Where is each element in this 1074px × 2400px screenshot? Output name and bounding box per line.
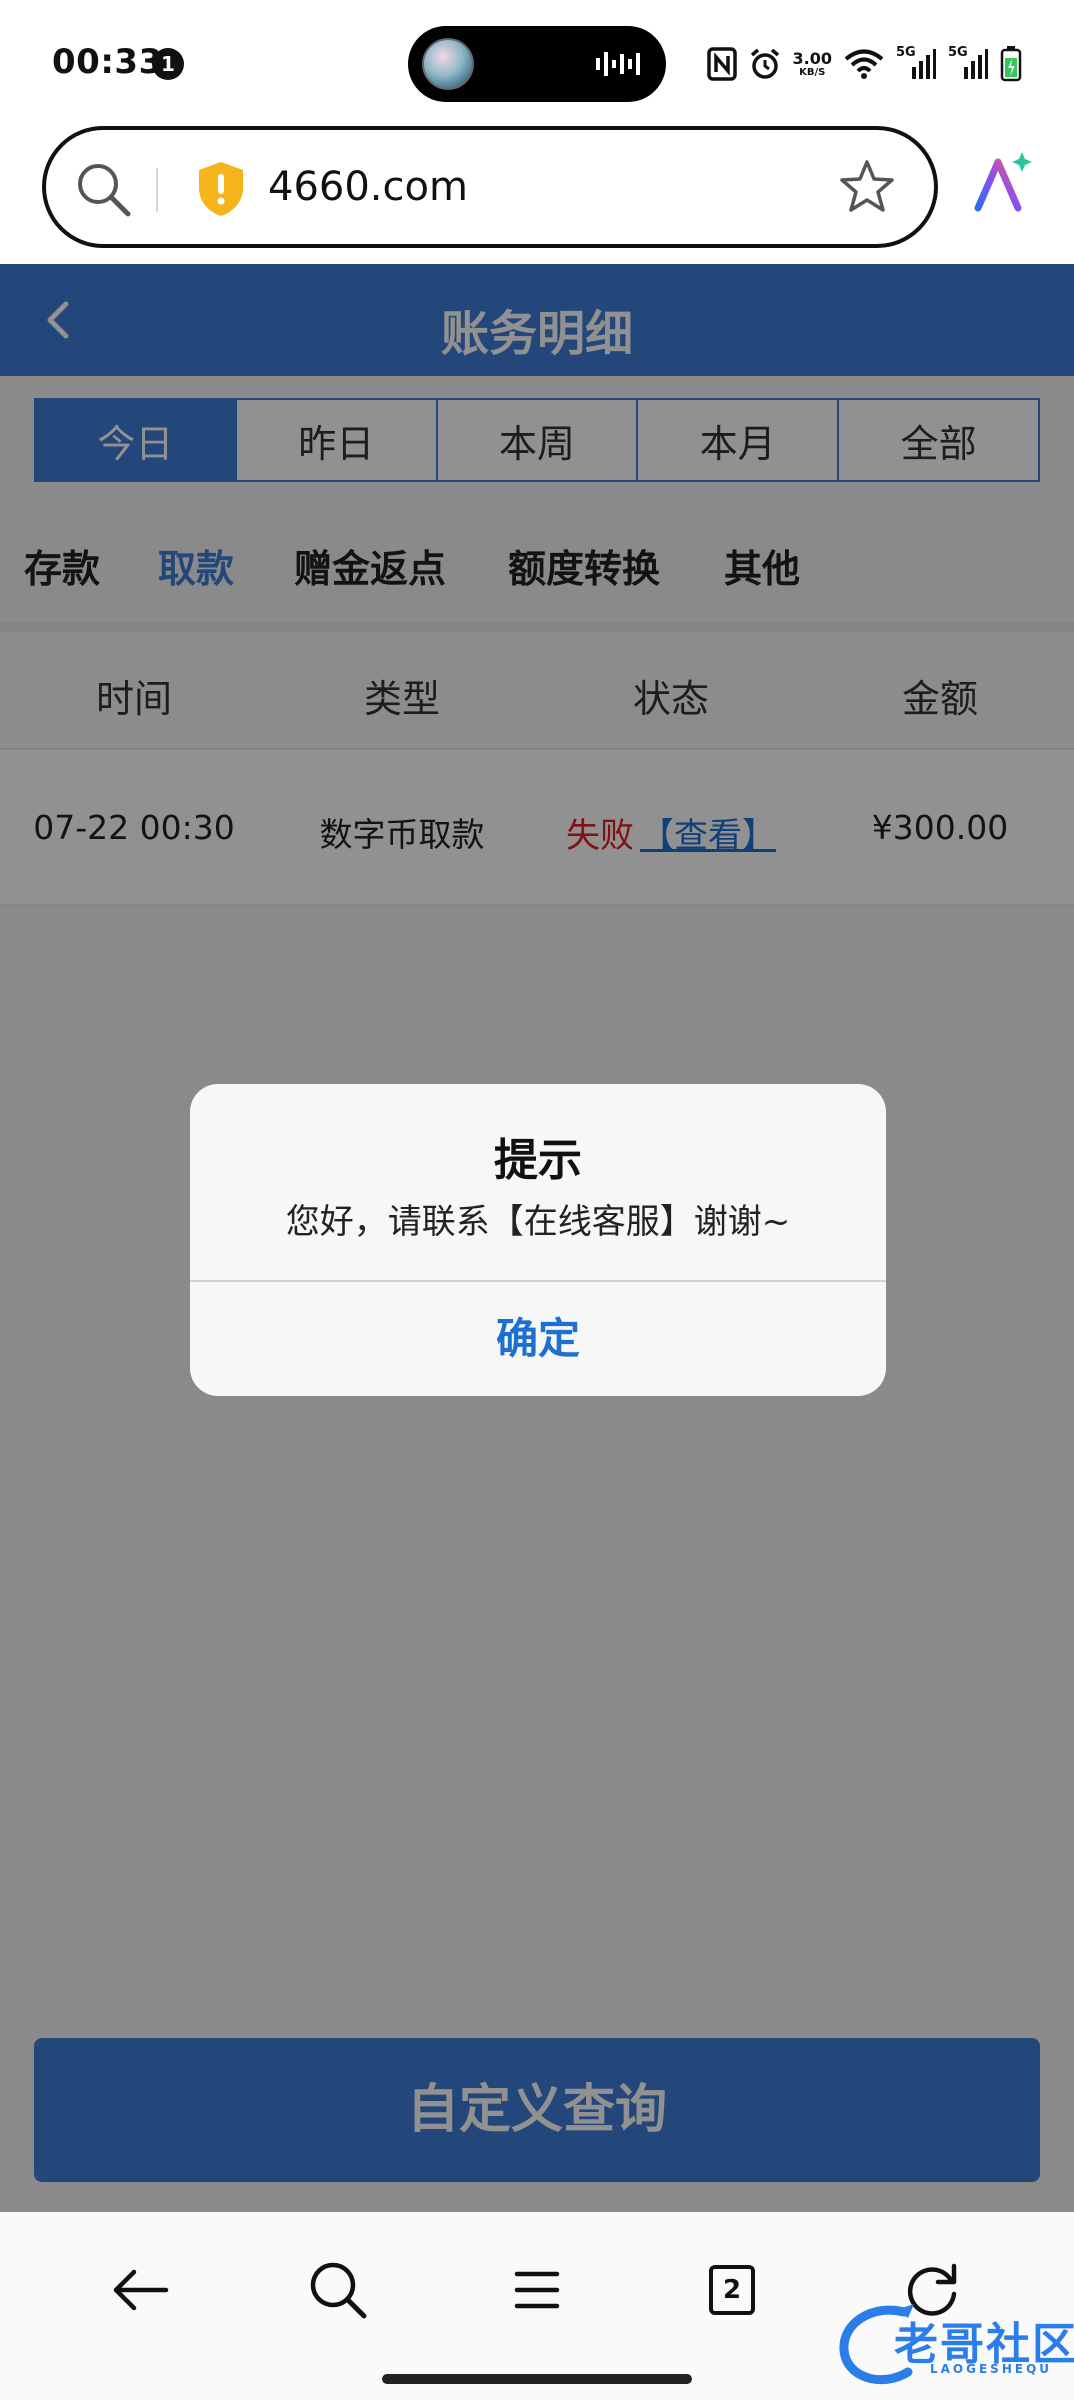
net-speed-unit: KB/S [799, 66, 826, 78]
ai-assistant-icon[interactable] [972, 150, 1032, 214]
home-indicator[interactable] [382, 2374, 692, 2384]
confirm-button[interactable]: 确定 [190, 1282, 886, 1396]
security-shield-icon[interactable] [196, 160, 246, 218]
alert-dialog: 提示 您好，请联系【在线客服】谢谢~ 确定 [190, 1084, 886, 1396]
dynamic-island[interactable] [408, 26, 666, 102]
back-arrow-icon[interactable] [108, 2258, 172, 2322]
menu-icon[interactable] [505, 2258, 569, 2322]
status-icons: 3.00 KB/S 5G 5G [706, 44, 1022, 84]
watermark-subtext: LAOGESHEQU [930, 2362, 1053, 2376]
alarm-icon [750, 48, 779, 79]
url-text[interactable]: 4660.com [268, 164, 468, 210]
signal-icon [964, 49, 988, 79]
wifi-icon [844, 49, 884, 79]
screen: 00:33 1 3.00 KB/S 5G 5G 4660.com 账务明细 今日… [0, 0, 1074, 2400]
battery-icon [1000, 46, 1022, 82]
net-speed-value: 3.00 [792, 48, 832, 68]
notification-count-badge: 1 [152, 48, 184, 80]
tabs-button[interactable]: 2 [700, 2258, 764, 2322]
status-bar: 00:33 1 3.00 KB/S 5G 5G [0, 0, 1074, 120]
audio-wave-icon [596, 52, 640, 76]
status-time: 00:33 [52, 42, 163, 82]
dialog-message: 您好，请联系【在线客服】谢谢~ [285, 1202, 791, 1242]
browser-toolbar: 4660.com [0, 120, 1074, 264]
signal-icon [912, 49, 936, 79]
address-bar[interactable]: 4660.com [42, 126, 938, 248]
tabs-icon: 2 [709, 2265, 755, 2315]
address-separator [156, 168, 158, 212]
dialog-title: 提示 [494, 1135, 582, 1186]
nfc-icon [706, 47, 737, 81]
net-speed: 3.00 KB/S [792, 48, 832, 78]
search-icon[interactable] [74, 160, 132, 218]
site-watermark: 老哥社区 LAOGESHEQU [834, 2298, 1074, 2398]
bookmark-star-icon[interactable] [838, 158, 896, 216]
sim1-signal: 5G [896, 45, 936, 81]
search-icon[interactable] [306, 2258, 370, 2322]
media-avatar [422, 38, 474, 90]
sim2-signal: 5G [948, 45, 988, 81]
